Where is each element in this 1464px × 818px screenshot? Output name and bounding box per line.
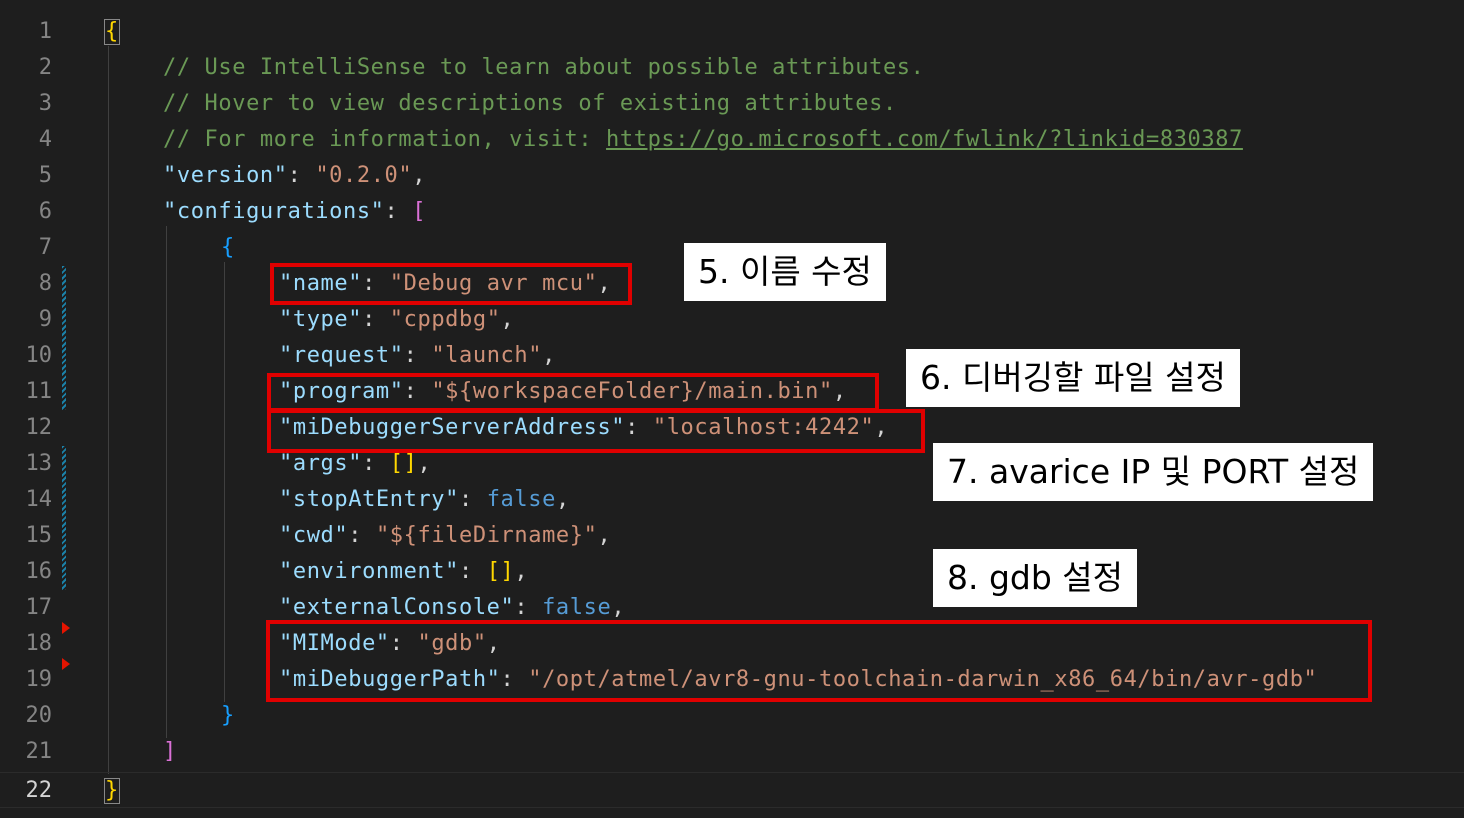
- line-number: 5: [38, 163, 52, 188]
- comma: ,: [542, 343, 556, 368]
- code-line[interactable]: 5 "version": "0.2.0",: [0, 158, 1464, 194]
- cwd-entry: "cwd": "${fileDirname}",: [279, 524, 611, 548]
- comma: ,: [514, 559, 529, 584]
- doc-link[interactable]: https://go.microsoft.com/fwlink/?linkid=…: [606, 127, 1243, 152]
- separator: :: [348, 523, 376, 548]
- separator: :: [514, 595, 543, 620]
- json-key: "stopAtEntry": [279, 487, 459, 512]
- line-number: 13: [25, 451, 53, 476]
- code-line[interactable]: 16 "environment": [],: [0, 554, 1464, 590]
- brace-close: }: [104, 778, 120, 804]
- line-number: 20: [25, 703, 53, 728]
- brace-open: {: [104, 19, 120, 45]
- configurations-entry: "configurations": [: [163, 200, 426, 224]
- separator: :: [384, 199, 413, 224]
- json-key: "args": [279, 451, 363, 476]
- json-string: "0.2.0": [315, 163, 413, 188]
- brace-close: }: [221, 703, 235, 728]
- empty-array: []: [486, 559, 515, 584]
- line-number: 10: [25, 343, 53, 368]
- code-line[interactable]: 10 "request": "launch",: [0, 338, 1464, 374]
- code-editor[interactable]: 1 { 2 // Use IntelliSense to learn about…: [0, 0, 1464, 818]
- stop-at-entry-entry: "stopAtEntry": false,: [279, 488, 570, 512]
- separator: :: [403, 343, 432, 368]
- line-number: 9: [38, 307, 52, 332]
- comma: ,: [597, 523, 612, 548]
- callout-step6: 6. 디버깅할 파일 설정: [906, 349, 1240, 407]
- code-line[interactable]: 9 "type": "cppdbg",: [0, 302, 1464, 338]
- line-number: 12: [25, 415, 53, 440]
- callout-step7: 7. avarice IP 및 PORT 설정: [933, 443, 1374, 501]
- line-number: 19: [25, 667, 53, 692]
- separator: :: [362, 307, 390, 332]
- comment: // Hover to view descriptions of existin…: [163, 91, 897, 116]
- line-number: 8: [38, 271, 52, 296]
- code-line[interactable]: 6 "configurations": [: [0, 194, 1464, 230]
- separator: :: [362, 451, 390, 476]
- highlight-server-address: [267, 409, 925, 453]
- json-key: "request": [279, 343, 404, 368]
- comma: ,: [555, 487, 570, 512]
- separator: :: [459, 559, 487, 584]
- callout-step8: 8. gdb 설정: [933, 549, 1138, 607]
- comma: ,: [611, 595, 626, 620]
- code-line-current[interactable]: 22 }: [0, 772, 1464, 808]
- separator: :: [459, 487, 487, 512]
- line-number: 17: [25, 595, 53, 620]
- json-key: "externalConsole": [279, 595, 515, 620]
- comment: // Use IntelliSense to learn about possi…: [163, 55, 925, 80]
- line-number: 7: [38, 235, 52, 260]
- json-boolean: false: [542, 595, 612, 620]
- json-key: "type": [279, 307, 363, 332]
- code-line[interactable]: 1 {: [0, 14, 1464, 50]
- args-entry: "args": [],: [279, 452, 431, 476]
- line-number: 22: [25, 778, 53, 803]
- json-key: "configurations": [163, 199, 385, 224]
- comma: ,: [500, 307, 515, 332]
- json-key: "cwd": [279, 523, 349, 548]
- code-line[interactable]: 20 }: [0, 698, 1464, 734]
- line-number: 21: [25, 739, 53, 764]
- comment: // For more information, visit:: [163, 127, 607, 152]
- external-console-entry: "externalConsole": false,: [279, 596, 625, 620]
- line-number: 11: [25, 379, 53, 404]
- code-line[interactable]: 15 "cwd": "${fileDirname}",: [0, 518, 1464, 554]
- json-string: "cppdbg": [389, 307, 501, 332]
- json-key: "version": [163, 163, 288, 188]
- brace-open: {: [221, 235, 235, 260]
- line-number: 1: [38, 19, 52, 44]
- bracket-open: [: [412, 199, 427, 224]
- type-entry: "type": "cppdbg",: [279, 308, 514, 332]
- line-number: 16: [25, 559, 53, 584]
- json-string: "launch": [431, 343, 543, 368]
- line-number: 3: [38, 91, 52, 116]
- separator: :: [287, 163, 316, 188]
- line-number: 4: [38, 127, 52, 152]
- code-line[interactable]: 4 // For more information, visit: https:…: [0, 122, 1464, 158]
- request-entry: "request": "launch",: [279, 344, 556, 368]
- json-key: "environment": [279, 559, 459, 584]
- line-number: 14: [25, 487, 53, 512]
- json-string: "${fileDirname}": [375, 523, 598, 548]
- comma: ,: [417, 451, 432, 476]
- json-boolean: false: [486, 487, 556, 512]
- callout-step5: 5. 이름 수정: [684, 243, 886, 301]
- version-entry: "version": "0.2.0",: [163, 164, 426, 188]
- code-line[interactable]: 21 ]: [0, 734, 1464, 770]
- empty-array: []: [389, 451, 418, 476]
- highlight-name: [270, 263, 632, 305]
- line-number: 2: [38, 55, 52, 80]
- highlight-gdb: [266, 620, 1372, 702]
- environment-entry: "environment": [],: [279, 560, 528, 584]
- comma: ,: [412, 163, 427, 188]
- line-number: 6: [38, 199, 52, 224]
- line-number: 15: [25, 523, 53, 548]
- line-number: 18: [25, 631, 53, 656]
- code-line[interactable]: 3 // Hover to view descriptions of exist…: [0, 86, 1464, 122]
- highlight-program: [267, 373, 879, 412]
- comment-line: // For more information, visit: https://…: [163, 128, 1243, 152]
- code-line[interactable]: 2 // Use IntelliSense to learn about pos…: [0, 50, 1464, 86]
- bracket-close: ]: [163, 739, 177, 764]
